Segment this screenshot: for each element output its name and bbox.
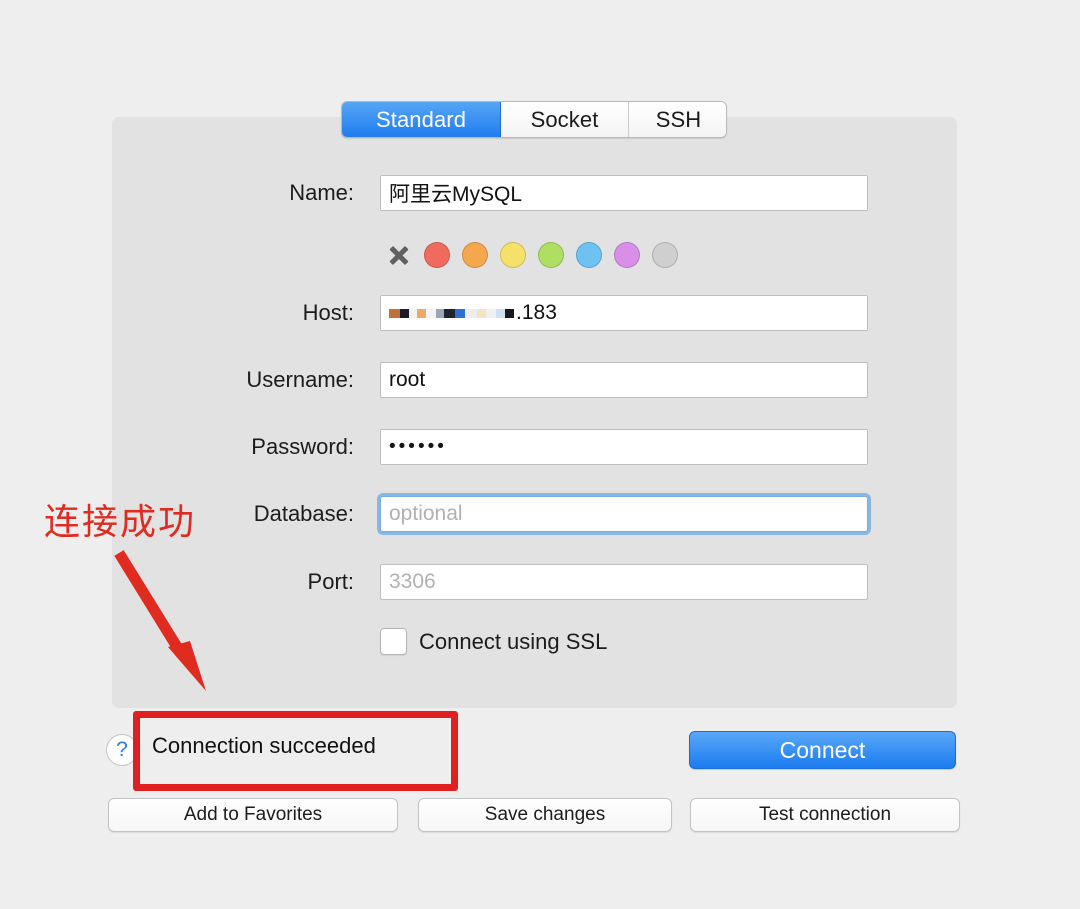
annotation-note-text: 连接成功 [44,501,197,542]
test-connection-button[interactable]: Test connection [690,798,960,832]
color-swatch-grey[interactable] [652,242,678,268]
username-input[interactable]: root [380,362,868,398]
color-swatch-row[interactable] [386,238,678,272]
password-masked-value: •••••• [389,436,447,457]
name-label: Name: [289,180,354,205]
connect-button[interactable]: Connect [689,731,956,769]
form-row-host: Host: .183 [0,295,1080,331]
username-label: Username: [246,367,354,392]
port-label: Port: [307,569,354,594]
save-changes-button[interactable]: Save changes [418,798,672,832]
host-input[interactable]: .183 [380,295,868,331]
form-row-username: Username: root [0,362,1080,398]
host-visible-suffix: .183 [516,301,557,324]
form-row-port: Port: 3306 [0,564,1080,600]
connection-type-tabs[interactable]: Standard Socket SSH [341,101,727,138]
color-swatch-blue[interactable] [576,242,602,268]
color-swatch-purple[interactable] [614,242,640,268]
form-row-password: Password: •••••• [0,429,1080,465]
footer-button-row: Add to Favorites Save changes Test conne… [0,798,1080,832]
add-to-favorites-button[interactable]: Add to Favorites [108,798,398,832]
redaction-mosaic [389,308,514,318]
name-input[interactable]: 阿里云MySQL [380,175,868,211]
tab-socket[interactable]: Socket [501,102,629,137]
password-input[interactable]: •••••• [380,429,868,465]
database-input[interactable]: optional [380,496,868,532]
color-swatch-orange[interactable] [462,242,488,268]
tab-standard[interactable]: Standard [342,102,501,137]
status-message: Connection succeeded [152,733,376,758]
tab-ssh[interactable]: SSH [629,102,726,137]
ssl-checkbox[interactable] [380,628,407,655]
ssl-label: Connect using SSL [419,628,608,654]
color-swatch-green[interactable] [538,242,564,268]
x-mark-icon[interactable] [386,242,412,268]
port-input[interactable]: 3306 [380,564,868,600]
ssl-checkbox-row[interactable]: Connect using SSL [380,628,607,655]
host-label: Host: [302,300,354,325]
help-icon[interactable]: ? [106,734,138,766]
color-swatch-red[interactable] [424,242,450,268]
password-label: Password: [251,434,354,459]
color-swatch-yellow[interactable] [500,242,526,268]
form-row-name: Name: 阿里云MySQL [0,175,1080,211]
